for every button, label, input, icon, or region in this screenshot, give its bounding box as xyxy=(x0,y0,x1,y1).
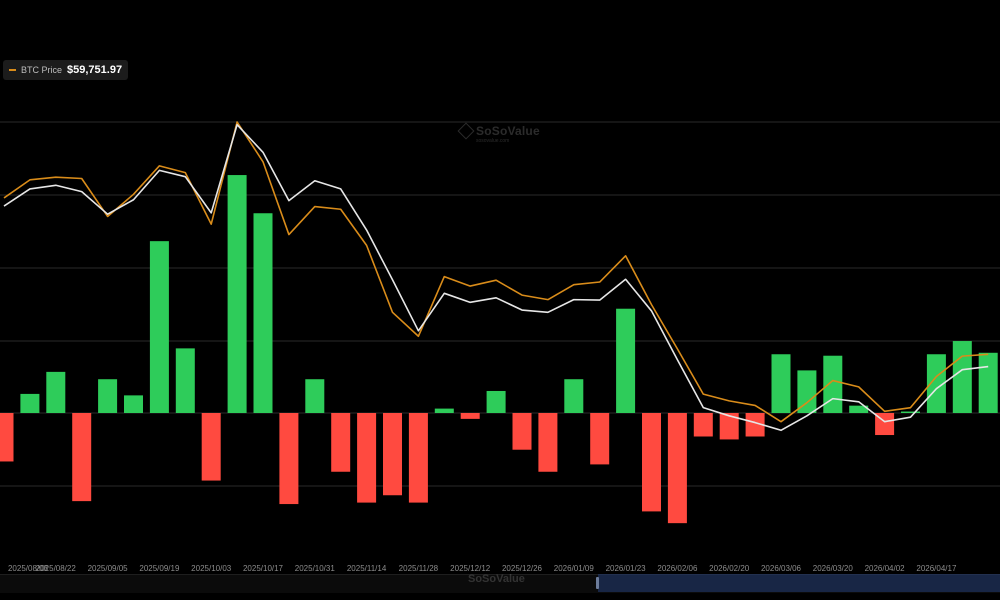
flow-bar[interactable] xyxy=(72,413,92,502)
flow-bar[interactable] xyxy=(952,341,972,413)
flow-bar[interactable] xyxy=(279,413,299,505)
watermark-subtext: sosovalue.com xyxy=(476,138,510,144)
flow-bar[interactable] xyxy=(642,413,661,512)
flow-bar[interactable] xyxy=(590,413,610,465)
flow-bar[interactable] xyxy=(227,175,247,413)
x-tick-label: 2026/03/20 xyxy=(813,564,854,573)
sosovalue-logo-icon xyxy=(457,122,475,140)
flow-bar[interactable] xyxy=(486,390,506,413)
flow-bar[interactable] xyxy=(20,393,40,413)
flow-bar[interactable] xyxy=(149,241,169,413)
watermark-text: SoSoValue xyxy=(476,124,540,138)
navigator-watermark: SoSoValue xyxy=(468,573,525,585)
navigator-left-handle[interactable] xyxy=(596,577,599,589)
x-tick-label: 2025/08/22 xyxy=(36,564,77,573)
flow-bar[interactable] xyxy=(823,355,843,413)
flow-bar[interactable] xyxy=(253,213,273,413)
legend-btc-price: BTC Price $59,751.97 xyxy=(3,60,129,80)
x-tick-label: 2025/11/14 xyxy=(347,564,387,573)
x-tick-label: 2025/09/19 xyxy=(139,564,180,573)
flow-bar[interactable] xyxy=(667,413,687,524)
x-tick-label: 2026/01/23 xyxy=(606,564,647,573)
x-tick-label: 2026/04/02 xyxy=(865,564,906,573)
x-tick-label: 2026/02/06 xyxy=(657,564,698,573)
x-tick-label: 2026/03/06 xyxy=(761,564,802,573)
flow-bar[interactable] xyxy=(408,413,428,503)
legend-value: $59,751.97 xyxy=(67,64,123,76)
x-tick-label: 2025/09/05 xyxy=(88,564,129,573)
chart-canvas: 2025/08/082025/08/22 2025/09/05 2025/09/19… xyxy=(0,121,1000,573)
flow-bar[interactable] xyxy=(305,379,325,413)
flow-bars xyxy=(0,175,998,524)
flow-bar[interactable] xyxy=(616,308,636,413)
flow-bar[interactable] xyxy=(901,411,920,413)
flow-bar[interactable] xyxy=(434,408,454,413)
flow-bar[interactable] xyxy=(331,413,351,472)
flow-bar[interactable] xyxy=(46,371,66,413)
flow-bar[interactable] xyxy=(357,413,377,503)
brand-watermark: SoSoValue sosovalue.com xyxy=(457,122,540,144)
legend-swatch xyxy=(9,69,16,71)
x-tick-label: 2025/12/26 xyxy=(502,564,543,573)
flow-bar[interactable] xyxy=(538,413,558,472)
x-tick-label: 2026/01/09 xyxy=(554,564,595,573)
flow-bar[interactable] xyxy=(460,413,480,419)
x-tick-label: 2025/11/28 xyxy=(399,564,439,573)
x-axis-ticks: 2025/08/082025/08/22 2025/09/05 2025/09/19… xyxy=(8,564,957,573)
x-tick-label: 2025/10/17 xyxy=(243,564,284,573)
x-tick-label: 2025/12/12 xyxy=(450,564,491,573)
flow-bar[interactable] xyxy=(201,413,221,481)
flow-bar[interactable] xyxy=(693,413,713,437)
flow-bar[interactable] xyxy=(978,352,998,413)
legend-label: BTC Price xyxy=(21,65,63,75)
flow-bar[interactable] xyxy=(771,354,791,413)
flow-bar[interactable] xyxy=(0,413,14,462)
flow-bar[interactable] xyxy=(564,379,584,413)
flow-bar[interactable] xyxy=(175,348,195,413)
flow-bar[interactable] xyxy=(98,379,118,413)
flow-bar[interactable] xyxy=(512,413,532,450)
x-tick-label: 2026/04/17 xyxy=(916,564,957,573)
navigator-selection-window[interactable] xyxy=(598,574,1000,592)
etf-flow-chart: 2025/08/08 2025/08/22 2025/09/05 2025/09/19… xyxy=(0,0,1000,600)
flow-bar[interactable] xyxy=(383,413,402,496)
x-tick-label: 2026/02/20 xyxy=(709,564,750,573)
x-tick-label: 2025/10/31 xyxy=(295,564,336,573)
flow-bar[interactable] xyxy=(124,395,143,413)
x-tick-label: 2025/10/03 xyxy=(191,564,232,573)
